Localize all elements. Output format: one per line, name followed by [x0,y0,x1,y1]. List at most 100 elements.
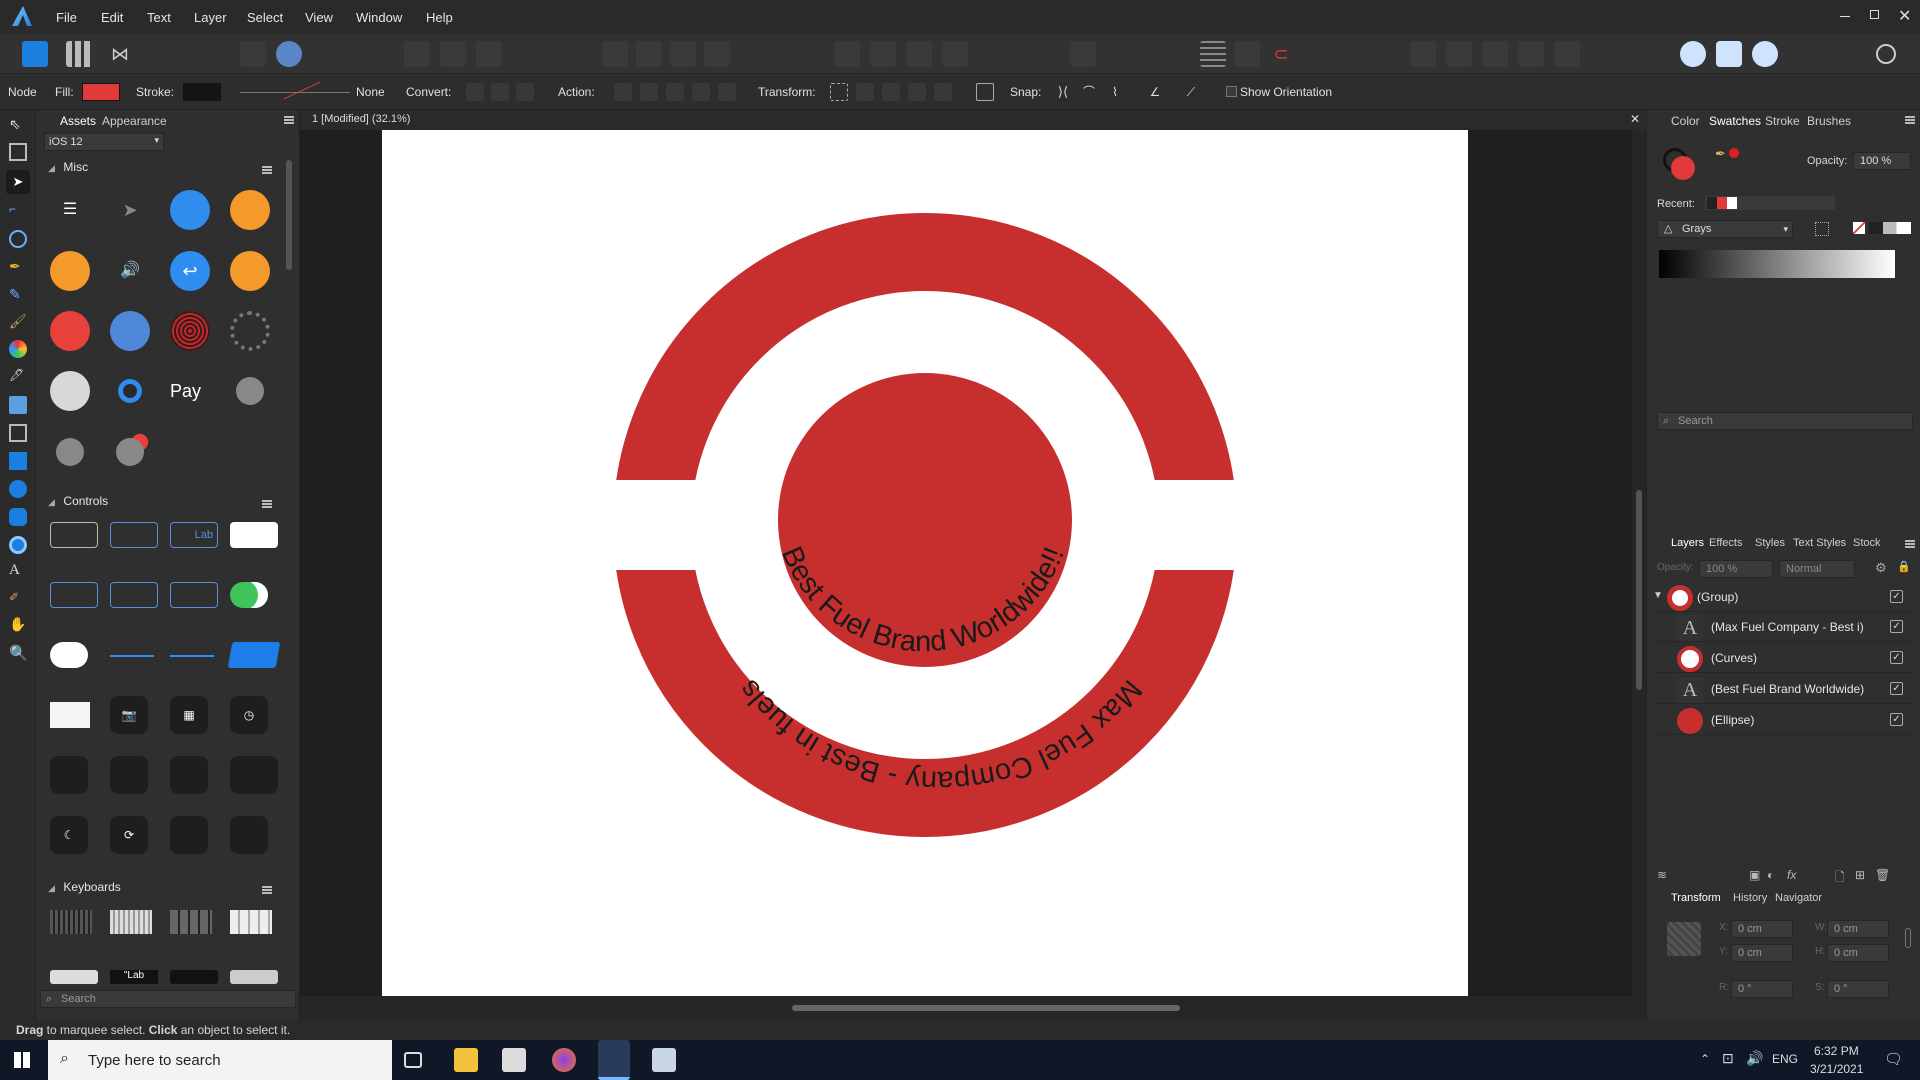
snapping-magnet-icon[interactable]: ⊂ [1268,41,1294,67]
hand-tool-icon[interactable]: ✋ [9,616,27,634]
align-nodes-3-icon[interactable] [908,83,926,101]
vertical-scrollbar[interactable] [1632,130,1646,996]
designer-persona-icon[interactable] [22,41,48,67]
align-left-icon[interactable] [834,41,860,67]
vertical-scroll-thumb[interactable] [1636,490,1642,690]
menu-select[interactable]: Select [247,10,283,25]
layers-stack-icon[interactable]: ≋ [1657,868,1667,882]
grid-icon[interactable] [1200,41,1226,67]
tab-transform[interactable]: Transform [1671,892,1721,904]
keyboard-dark-asset[interactable] [50,910,92,934]
screen-mirror-asset-icon[interactable] [230,756,278,794]
field-2-control[interactable] [110,582,158,608]
visibility-checkbox[interactable]: ✓ [1890,713,1903,726]
color-picker-icon[interactable]: ✐ [9,590,27,608]
select-inside-icon[interactable] [440,41,466,67]
visibility-checkbox[interactable]: ✓ [1890,590,1903,603]
tab-stock[interactable]: Stock [1853,537,1881,549]
transparency-tool-icon[interactable]: 🖊 [9,368,27,386]
food-asset-icon[interactable] [50,251,90,291]
h-field[interactable]: 0 cm [1827,944,1889,962]
reply-asset-icon[interactable]: ↩ [170,251,210,291]
menu-text[interactable]: Text [147,10,171,25]
tab-layers[interactable]: Layers [1671,537,1704,549]
boolean-divide-icon[interactable] [1554,41,1580,67]
keyboard-light-asset[interactable] [110,910,152,934]
convert-smooth-icon[interactable] [491,83,509,101]
none-swatch[interactable] [1853,222,1865,234]
move-tool-icon[interactable]: ⇖ [9,116,27,134]
transform-origin-icon[interactable] [976,83,994,101]
ellipse-tool-icon[interactable] [9,480,27,498]
grays-swatch-grid[interactable] [1659,250,1895,278]
palette-options-icon[interactable] [1815,222,1829,236]
tab-stroke[interactable]: Stroke [1765,114,1800,128]
layer-row-inner-text[interactable]: A (Best Fuel Brand Worldwide) ✓ [1653,674,1915,704]
stroke-swatch[interactable] [183,83,221,101]
device-badge-asset-icon[interactable] [116,438,144,466]
convert-sharp-icon[interactable] [466,83,484,101]
add-layer-icon[interactable]: 🗋 [1835,868,1845,889]
zoom-tool-icon[interactable]: 🔍 [9,644,28,662]
pen-tool-icon[interactable]: ✒ [9,258,27,276]
chevron-up-icon[interactable]: ⌃ [1700,1052,1710,1066]
lock-icon[interactable]: 🔒 [1897,560,1911,573]
radio-asset-icon[interactable] [110,371,150,411]
visibility-checkbox[interactable]: ✓ [1890,620,1903,633]
rectangle-tool-icon[interactable] [9,452,27,470]
section-menu-icon[interactable] [262,166,272,174]
w-field[interactable]: 0 cm [1827,920,1889,938]
device-2-asset-icon[interactable] [56,438,84,466]
expand-arrow-icon[interactable]: ▼ [1653,590,1663,601]
tab-brushes[interactable]: Brushes [1807,114,1851,128]
menu-window[interactable]: Window [356,10,402,25]
layer-row-outer-text[interactable]: A (Max Fuel Company - Best i) ✓ [1653,612,1915,642]
visibility-checkbox[interactable]: ✓ [1890,651,1903,664]
slider-2-control[interactable] [170,655,214,657]
connectivity-asset-icon[interactable] [230,816,268,854]
fill-tool-icon[interactable] [9,340,27,358]
keyboard-label-asset[interactable]: "Lab [110,970,158,984]
inner-ellipse[interactable] [778,373,1072,667]
swatch-search-input[interactable]: ⌕ Search [1657,412,1913,430]
insert-top-icon[interactable] [1716,41,1742,67]
transform-mode-icon[interactable] [830,83,848,101]
category-dropdown[interactable]: iOS 12 ▾ [44,133,164,151]
label-field-control[interactable]: Lab [170,522,218,548]
section-misc[interactable]: ◢ Misc [48,160,288,182]
anchor-point-icon[interactable] [1667,922,1701,956]
snap-to-curve-icon[interactable]: ⌒ [1080,83,1098,101]
keypad-light-asset[interactable] [230,910,272,934]
panel-menu-icon[interactable] [284,116,294,124]
tab-navigator[interactable]: Navigator [1775,892,1822,904]
document-asset-icon[interactable] [50,702,90,728]
swatch-opacity-field[interactable]: 100 % [1853,152,1911,170]
shape-tool-icon[interactable] [9,536,27,554]
arrange-backward-icon[interactable] [636,41,662,67]
clock-date[interactable]: 3/21/2021 [1810,1062,1863,1076]
convert-smart-icon[interactable] [516,83,534,101]
layer-row-curves[interactable]: (Curves) ✓ [1653,643,1915,673]
tab-effects[interactable]: Effects [1709,537,1742,549]
tab-color[interactable]: Color [1671,114,1700,128]
section-menu-icon[interactable] [262,500,272,508]
layer-row-ellipse[interactable]: (Ellipse) ✓ [1653,705,1915,735]
camera-asset-icon[interactable]: 📷 [110,696,148,734]
coffee-asset-icon[interactable] [230,190,270,230]
windows-start-icon[interactable] [14,1052,30,1068]
archive-asset-icon[interactable] [110,311,150,351]
point-transform-icon[interactable] [9,230,27,248]
white-field-control[interactable] [230,522,278,548]
corner-tool-icon[interactable]: ⌐ [9,202,27,220]
artboard-tool-icon[interactable] [9,143,27,161]
tab-text-styles[interactable]: Text Styles [1793,537,1846,549]
text-tool-icon[interactable]: A [9,562,27,580]
select-outside-icon[interactable] [476,41,502,67]
flag-asset-icon[interactable] [230,251,270,291]
artboard[interactable]: Best Fuel Brand Worldwide!! Max Fuel Com… [382,130,1468,996]
break-curve-icon[interactable] [614,83,632,101]
assets-search-input[interactable]: ⌕ Search [40,990,296,1008]
apple-pay-asset-icon[interactable]: Pay [170,371,222,411]
trash-asset-icon[interactable] [50,311,90,351]
panel-menu-icon[interactable] [1905,116,1915,124]
